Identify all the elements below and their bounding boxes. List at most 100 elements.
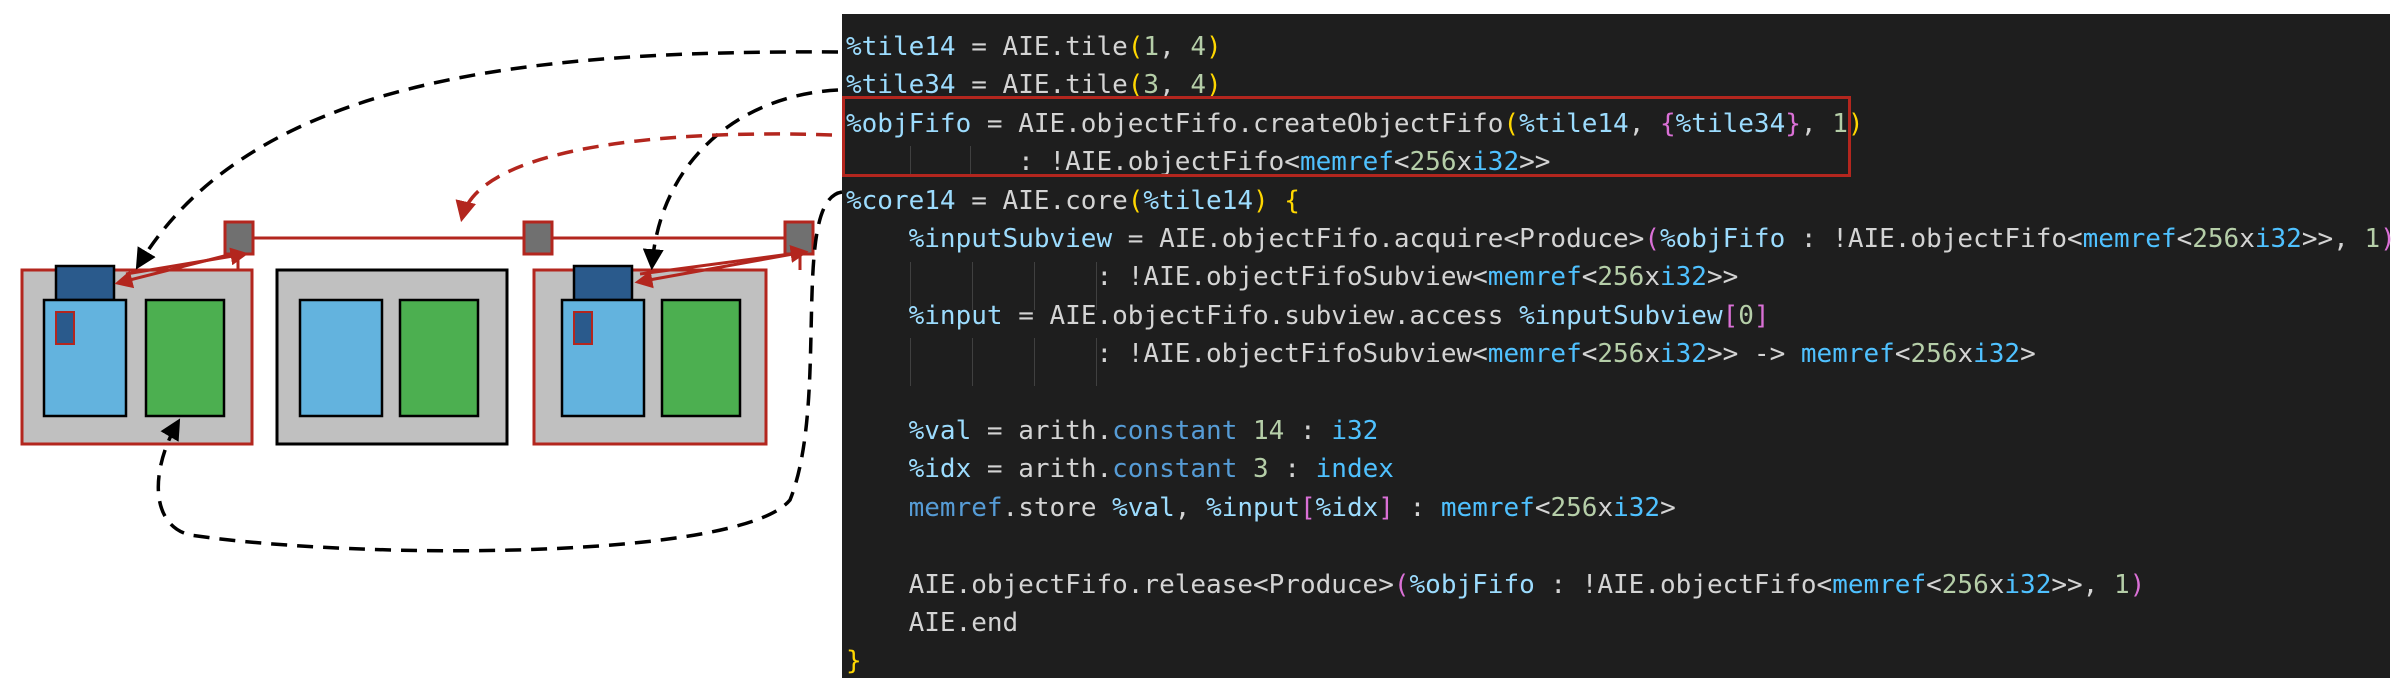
code-token: ) bbox=[2129, 569, 2146, 600]
code-line: %input = AIE.objectFifo.subview.access %… bbox=[846, 297, 1770, 335]
code-token: AIE.objectFifo.release<Produce> bbox=[846, 569, 1394, 600]
code-token: 3 bbox=[1253, 454, 1269, 485]
code-token: %tile14 bbox=[846, 32, 956, 62]
code-token: 14 bbox=[1253, 416, 1285, 446]
code-line: } bbox=[846, 642, 862, 680]
code-token: i32 bbox=[2004, 569, 2052, 600]
code-token: 1 bbox=[2364, 224, 2381, 254]
code-token: = AIE.tile bbox=[955, 32, 1128, 62]
code-token: = arith. bbox=[971, 454, 1113, 485]
code-token: %input bbox=[908, 300, 1003, 331]
code-token: < bbox=[1534, 492, 1551, 523]
code-token: , bbox=[1174, 492, 1207, 523]
code-line: AIE.end bbox=[846, 604, 1019, 642]
code-token: 256 bbox=[1550, 492, 1598, 523]
code-token: %objFifo bbox=[1409, 569, 1535, 600]
code-token: : !AIE.objectFifoSubview< bbox=[846, 339, 1488, 370]
code-token: 256 bbox=[1597, 339, 1645, 370]
code-token: 256 bbox=[2192, 224, 2240, 254]
code-token: = AIE.objectFifo.subview.access bbox=[1002, 300, 1520, 331]
code-token: x bbox=[1644, 262, 1660, 293]
code-token: %val bbox=[908, 416, 972, 446]
code-token: , bbox=[1159, 32, 1191, 62]
code-token: memref bbox=[908, 492, 1003, 523]
code-token: : bbox=[1284, 416, 1332, 446]
tile14-lock bbox=[54, 264, 116, 302]
code-token: memref bbox=[1440, 492, 1535, 523]
code-token: %inputSubview bbox=[908, 224, 1113, 254]
code-token: x bbox=[1644, 339, 1660, 370]
code-token: { bbox=[1268, 185, 1300, 216]
code-token: constant bbox=[1112, 454, 1238, 485]
tile14-buffer-marker bbox=[55, 311, 75, 345]
code-token: 256 bbox=[1910, 339, 1958, 370]
code-token: AIE.end bbox=[846, 608, 1019, 638]
tile34-lock bbox=[572, 264, 634, 302]
code-token: memref bbox=[1487, 262, 1582, 293]
code-token: ] bbox=[1378, 492, 1394, 523]
code-token: x bbox=[1597, 492, 1614, 523]
switch-port-2 bbox=[522, 220, 554, 256]
code-token: .store bbox=[1002, 492, 1113, 523]
code-editor[interactable]: %tile14 = AIE.tile(1, 4) %tile34 = AIE.ti… bbox=[842, 14, 2396, 680]
code-token: %objFifo bbox=[1660, 224, 1786, 254]
code-token: ) bbox=[1206, 32, 1222, 62]
code-token: = arith. bbox=[971, 416, 1113, 446]
code-token: : !AIE.objectFifo< bbox=[1785, 224, 2083, 254]
code-token: %idx bbox=[908, 454, 972, 485]
code-token: < bbox=[1581, 262, 1598, 293]
code-token: constant bbox=[1112, 416, 1238, 446]
tile14-memory bbox=[144, 298, 226, 418]
code-line: %idx = arith.constant 3 : index bbox=[846, 450, 1394, 488]
code-token: i32 bbox=[1613, 492, 1661, 523]
code-token: memref bbox=[1800, 339, 1895, 370]
code-token: %core14 bbox=[846, 185, 956, 216]
tile34-buffer-marker bbox=[573, 311, 593, 345]
code-line: AIE.objectFifo.release<Produce>(%objFifo… bbox=[846, 566, 2146, 604]
code-token: i32 bbox=[1331, 416, 1379, 446]
code-token: x bbox=[2239, 224, 2255, 254]
tile24-core bbox=[298, 298, 384, 418]
code-token: %input bbox=[1206, 492, 1300, 523]
code-token: x bbox=[1988, 569, 2005, 600]
code-token: = AIE.objectFifo.acquire<Produce> bbox=[1112, 224, 1645, 254]
code-token: i32 bbox=[1660, 262, 1707, 293]
code-token: ) bbox=[1253, 185, 1269, 216]
code-token: 256 bbox=[1597, 262, 1645, 293]
code-token: ( bbox=[1644, 224, 1660, 254]
code-token: %inputSubview bbox=[1519, 300, 1723, 331]
code-token: < bbox=[1581, 339, 1598, 370]
code-token: >>, bbox=[2301, 224, 2365, 254]
code-token: ( bbox=[1393, 569, 1410, 600]
code-token: < bbox=[1926, 569, 1942, 600]
code-token: memref bbox=[1487, 339, 1582, 370]
code-token: x bbox=[1957, 339, 1974, 370]
code-line: %tile14 = AIE.tile(1, 4) bbox=[846, 28, 1222, 66]
tile34-block bbox=[532, 264, 768, 446]
code-token: %idx bbox=[1315, 492, 1379, 523]
code-token: [ bbox=[1299, 492, 1316, 523]
tile24-memory bbox=[398, 298, 480, 418]
code-token: >>, bbox=[2051, 569, 2114, 600]
tile34-memory bbox=[660, 298, 742, 418]
code-line: %val = arith.constant 14 : i32 bbox=[846, 412, 1379, 450]
code-token: >> -> bbox=[1706, 339, 1801, 370]
code-token: i32 bbox=[1660, 339, 1707, 370]
code-token: %tile14 bbox=[1143, 185, 1253, 216]
objfifo-highlight-box bbox=[842, 96, 1851, 177]
code-token: 0 bbox=[1738, 300, 1754, 331]
tile24-block bbox=[275, 268, 509, 446]
code-line: %inputSubview = AIE.objectFifo.acquire<P… bbox=[846, 220, 2396, 258]
code-line: memref.store %val, %input[%idx] : memref… bbox=[846, 489, 1676, 527]
tile14-block bbox=[20, 264, 254, 446]
code-token: i32 bbox=[2254, 224, 2302, 254]
code-token: %val bbox=[1112, 492, 1175, 523]
code-token: 256 bbox=[1941, 569, 1989, 600]
code-token: : bbox=[1393, 492, 1441, 523]
